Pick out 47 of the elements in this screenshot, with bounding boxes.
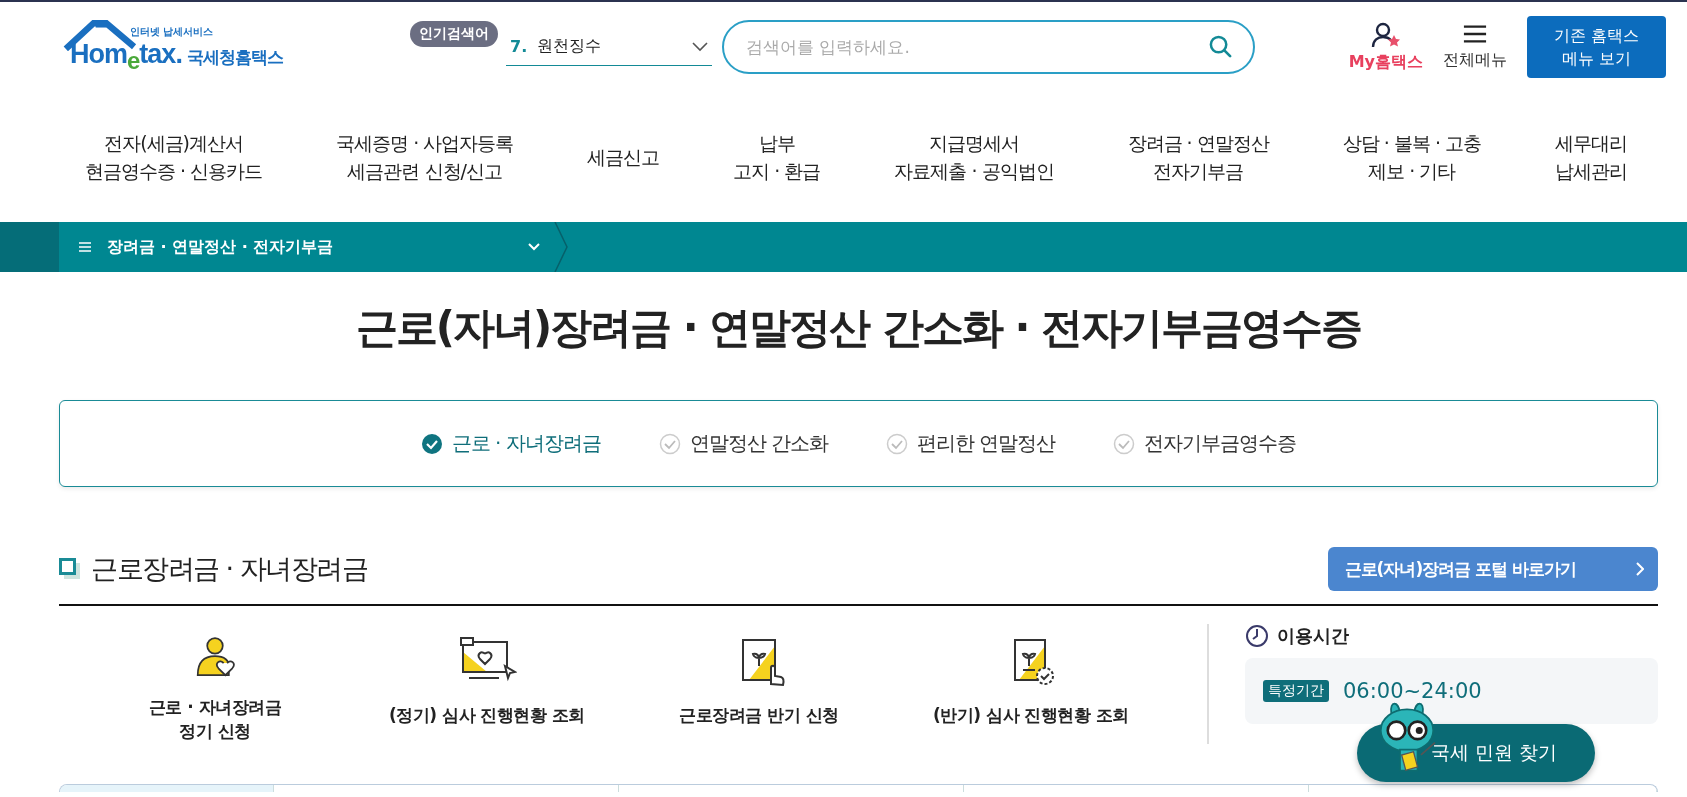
service-link[interactable]: 근로장려금 반기 신청 [679, 704, 839, 728]
tab[interactable]: 연말정산 간소화 [658, 430, 829, 457]
hours-label: 이용시간 [1277, 624, 1349, 648]
tab[interactable]: 전자기부금영수증 [1113, 430, 1297, 457]
check-circle-icon [1113, 432, 1136, 455]
search-icon[interactable] [1208, 34, 1233, 59]
logo-brand: Hom$_{e}$tax. [70, 39, 182, 75]
clock-icon [1245, 624, 1269, 648]
period-tag: 특정기간 [1263, 680, 1329, 702]
chevron-right-icon [1636, 562, 1644, 576]
chevron-down-icon [692, 41, 708, 52]
square-bullet-icon [59, 558, 81, 580]
popular-search-dropdown[interactable]: 7. 원천징수 [506, 28, 712, 66]
nav-menu-item[interactable]: 납부 고지 · 환급 [733, 128, 821, 186]
service-link[interactable]: 근로 · 자녀장려금 정기 신청 [148, 696, 282, 744]
tab[interactable]: 편리한 연말정산 [886, 430, 1056, 457]
menu-icon [1463, 23, 1487, 44]
check-circle-icon [658, 432, 681, 455]
portal-link-button[interactable]: 근로(자녀)장려금 포털 바로가기 [1327, 547, 1658, 591]
nav-menu-item[interactable]: 전자(세금)계산서 현금영수증 · 신용카드 [85, 128, 263, 186]
user-star-icon [1370, 21, 1401, 48]
logo-name: 국세청홈택스 [186, 46, 283, 69]
nav-menu-item[interactable]: 세무대리 납세관리 [1555, 128, 1627, 186]
menu-icon [79, 242, 91, 252]
hours-time: 06:00~24:00 [1343, 679, 1482, 703]
check-circle-icon [420, 432, 443, 455]
page-title: 근로(자녀)장려금 · 연말정산 간소화 · 전자기부금영수증 [354, 302, 1363, 354]
chevron-down-icon [528, 243, 540, 251]
section-heading: 근로장려금 · 자녀장려금 [91, 552, 368, 586]
all-menu-button[interactable]: 전체메뉴 [1443, 23, 1507, 71]
check-circle-icon [886, 432, 909, 455]
my-hometax-link[interactable]: My홈택스 [1348, 21, 1423, 73]
breadcrumb-separator-icon [554, 222, 568, 272]
hometax-logo[interactable]: 인터넷 납세서비스 Hom$_{e}$tax. 국세청홈택스 [62, 19, 327, 75]
service-link[interactable]: (반기) 심사 진행현황 조회 [933, 704, 1129, 728]
nav-menu-item[interactable]: 장려금 · 연말정산 전자기부금 [1127, 128, 1269, 186]
tab[interactable]: 근로 · 자녀장려금 [420, 430, 601, 457]
popular-search-badge: 인기검색어 [410, 21, 498, 47]
nav-menu-item[interactable]: 상담 · 불복 · 고충 제보 · 기타 [1342, 128, 1481, 186]
nav-menu-item[interactable]: 국세증명 · 사업자등록 세금관련 신청/신고 [336, 128, 514, 186]
home-block [0, 222, 59, 272]
logo-tagline: 인터넷 납세서비스 [130, 25, 215, 39]
nav-menu-item[interactable]: 세금신고 [587, 142, 660, 172]
legacy-menu-button[interactable]: 기존 홈택스 메뉴 보기 [1527, 16, 1666, 78]
search-field[interactable]: 검색어를 입력하세요. [722, 20, 1255, 74]
nav-menu-item[interactable]: 지급명세서 자료제출 · 공익법인 [894, 128, 1054, 186]
service-link[interactable]: (정기) 심사 진행현황 조회 [389, 704, 585, 728]
